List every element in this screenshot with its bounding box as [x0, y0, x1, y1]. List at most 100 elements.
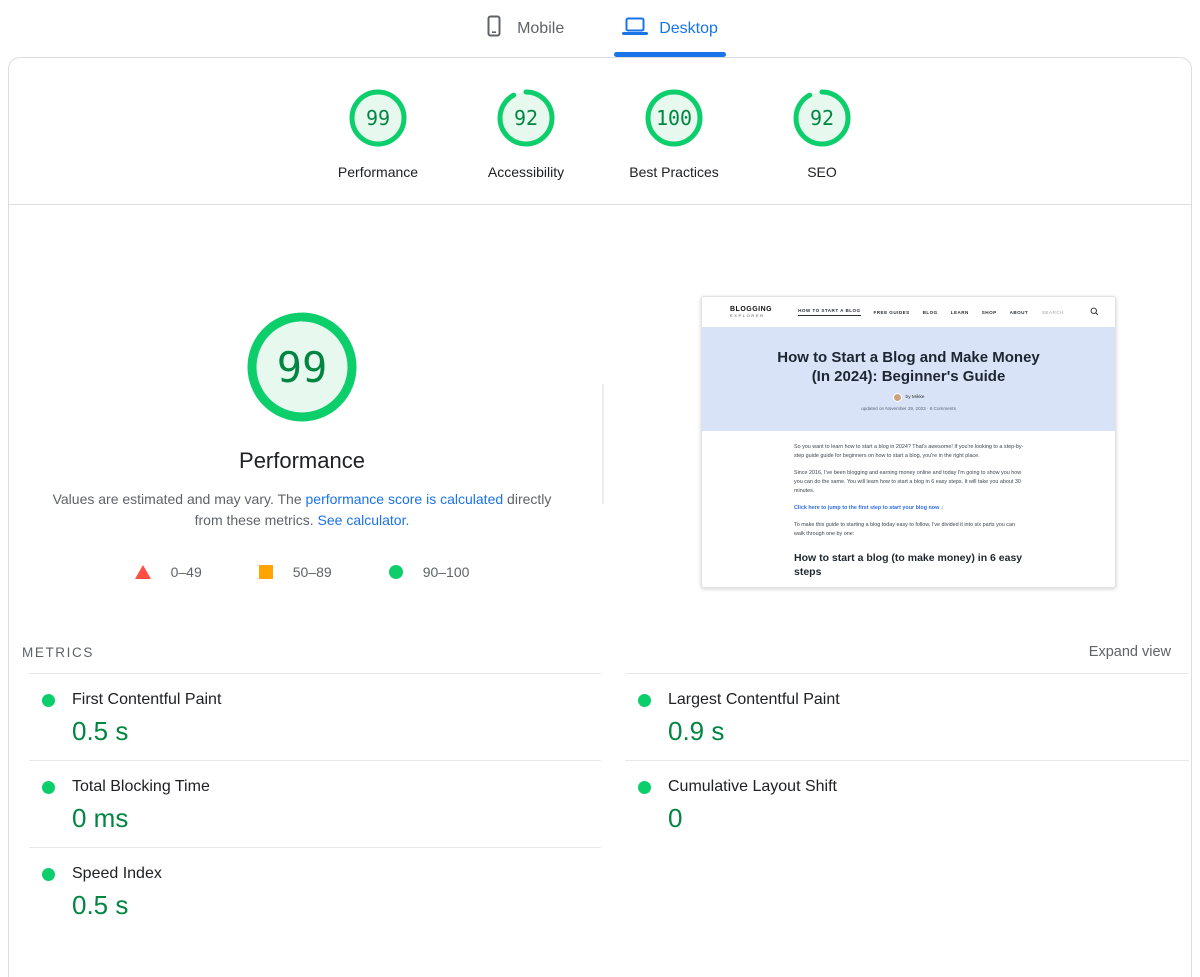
mobile-phone-icon	[482, 14, 506, 43]
device-tabs: Mobile Desktop	[0, 0, 1200, 57]
score-gauge-seo[interactable]: 92 SEO	[748, 89, 896, 180]
report-card: 99 Performance 92 Accessibility 100	[8, 57, 1192, 977]
tab-desktop-label: Desktop	[659, 20, 718, 38]
expand-view-button[interactable]: Expand view	[1089, 644, 1171, 660]
thumbnail-paragraph: Since 2016, I've been blogging and earni…	[794, 469, 1025, 496]
score-gauge-best-practices[interactable]: 100 Best Practices	[600, 89, 748, 180]
metric-value: 0.5 s	[72, 716, 601, 747]
metric-first-contentful-paint: First Contentful Paint 0.5 s	[29, 673, 601, 760]
thumbnail-updated-line: updated on November 29, 2023 · 6 Comment…	[861, 406, 956, 411]
thumbnail-search-icon	[1090, 303, 1099, 321]
metric-total-blocking-time: Total Blocking Time 0 ms	[29, 760, 601, 847]
metric-largest-contentful-paint: Largest Contentful Paint 0.9 s	[625, 673, 1189, 760]
metric-pass-dot-icon	[638, 781, 651, 794]
best-practices-score-label: Best Practices	[629, 164, 718, 180]
pass-circle-icon	[389, 565, 403, 579]
thumbnail-byline: by Mikke	[893, 393, 925, 402]
metrics-heading: METRICS	[22, 645, 94, 660]
disclaimer-text-1: Values are estimated and may vary. The	[53, 491, 306, 507]
thumbnail-author-avatar	[893, 393, 902, 402]
fail-triangle-icon	[135, 565, 151, 579]
metric-label: First Contentful Paint	[72, 691, 221, 709]
legend-pass-range: 90–100	[423, 564, 470, 580]
see-calculator-link[interactable]: See calculator.	[318, 512, 410, 528]
thumbnail-post-title: How to Start a Blog and Make Money (In 2…	[769, 348, 1049, 386]
thumbnail-search-placeholder: SEARCH	[1042, 310, 1064, 315]
accessibility-gauge-ring: 92	[497, 89, 555, 147]
legend-pass: 90–100	[389, 564, 470, 580]
category-scores-row: 99 Performance 92 Accessibility 100	[9, 58, 1191, 205]
metric-head: First Contentful Paint	[29, 691, 601, 709]
thumbnail-search: SEARCH	[1042, 303, 1099, 321]
thumbnail-nav-item: SHOP	[982, 310, 997, 315]
score-gauge-accessibility[interactable]: 92 Accessibility	[452, 89, 600, 180]
seo-gauge-ring: 92	[793, 89, 851, 147]
score-calculated-link[interactable]: performance score is calculated	[306, 491, 504, 507]
metric-speed-index: Speed Index 0.5 s	[29, 847, 601, 934]
accessibility-score-value: 92	[497, 89, 555, 147]
best-practices-gauge-ring: 100	[645, 89, 703, 147]
metrics-grid: First Contentful Paint 0.5 s Largest Con…	[9, 673, 1191, 934]
thumbnail-logo-line2: EXPLORER	[730, 314, 772, 318]
seo-score-label: SEO	[807, 164, 837, 180]
tab-mobile-label: Mobile	[517, 20, 564, 38]
performance-gauge-ring: 99	[349, 89, 407, 147]
metric-pass-dot-icon	[42, 694, 55, 707]
thumbnail-paragraph: In this guide, you will learn how to sta…	[794, 587, 1025, 588]
metric-pass-dot-icon	[42, 868, 55, 881]
performance-big-score-value: 99	[245, 310, 359, 424]
thumbnail-nav-item: FREE GUIDES	[874, 310, 910, 315]
metric-value: 0.9 s	[668, 716, 1189, 747]
performance-score-label: Performance	[338, 164, 418, 180]
score-legend: 0–49 50–89 90–100	[21, 564, 583, 580]
performance-summary: 99 Performance Values are estimated and …	[21, 310, 583, 580]
thumbnail-site-nav: HOW TO START A BLOG FREE GUIDES BLOG LEA…	[798, 308, 1028, 316]
tab-mobile[interactable]: Mobile	[476, 0, 570, 57]
thumbnail-site-logo: BLOGGING EXPLORER	[730, 306, 772, 318]
metric-value: 0	[668, 803, 1189, 834]
metric-label: Speed Index	[72, 865, 162, 883]
thumbnail-site-header: BLOGGING EXPLORER HOW TO START A BLOG FR…	[702, 297, 1115, 327]
tab-desktop[interactable]: Desktop	[616, 0, 724, 57]
performance-section-title: Performance	[21, 448, 583, 474]
thumbnail-nav-item: BLOG	[923, 310, 938, 315]
metric-head: Speed Index	[29, 865, 601, 883]
page-screenshot-thumbnail: BLOGGING EXPLORER HOW TO START A BLOG FR…	[701, 296, 1116, 588]
seo-score-value: 92	[793, 89, 851, 147]
thumbnail-jump-link: Click here to jump to the first step to …	[794, 504, 1025, 513]
thumbnail-nav-item: HOW TO START A BLOG	[798, 308, 860, 316]
metric-label: Cumulative Layout Shift	[668, 778, 837, 796]
metric-empty-cell	[625, 847, 1189, 934]
legend-average: 50–89	[259, 564, 332, 580]
metric-label: Largest Contentful Paint	[668, 691, 840, 709]
legend-average-range: 50–89	[293, 564, 332, 580]
thumbnail-paragraph: To make this guide to starting a blog to…	[794, 521, 1025, 539]
metric-pass-dot-icon	[638, 694, 651, 707]
thumbnail-article-body: So you want to learn how to start a blog…	[702, 431, 1115, 588]
performance-summary-section: 99 Performance Values are estimated and …	[9, 205, 1191, 631]
metric-cumulative-layout-shift: Cumulative Layout Shift 0	[625, 760, 1189, 847]
metric-label: Total Blocking Time	[72, 778, 210, 796]
legend-fail-range: 0–49	[171, 564, 202, 580]
score-disclaimer: Values are estimated and may vary. The p…	[51, 489, 553, 531]
desktop-laptop-icon	[622, 14, 648, 43]
metric-head: Cumulative Layout Shift	[625, 778, 1189, 796]
score-gauge-performance[interactable]: 99 Performance	[304, 89, 452, 180]
metric-pass-dot-icon	[42, 781, 55, 794]
metric-value: 0 ms	[72, 803, 601, 834]
thumbnail-author-name: by Mikke	[906, 395, 925, 400]
thumbnail-subheading: How to start a blog (to make money) in 6…	[794, 552, 1025, 579]
legend-fail: 0–49	[135, 564, 202, 580]
metric-head: Largest Contentful Paint	[625, 691, 1189, 709]
average-square-icon	[259, 565, 273, 579]
best-practices-score-value: 100	[645, 89, 703, 147]
thumbnail-hero: How to Start a Blog and Make Money (In 2…	[702, 327, 1115, 431]
thumbnail-nav-item: ABOUT	[1010, 310, 1029, 315]
performance-big-gauge: 99	[245, 310, 359, 424]
thumbnail-paragraph: So you want to learn how to start a blog…	[794, 443, 1025, 461]
performance-score-value: 99	[349, 89, 407, 147]
accessibility-score-label: Accessibility	[488, 164, 564, 180]
metrics-header: METRICS Expand view	[9, 631, 1191, 673]
thumbnail-nav-item: LEARN	[951, 310, 969, 315]
vertical-divider	[602, 384, 604, 504]
